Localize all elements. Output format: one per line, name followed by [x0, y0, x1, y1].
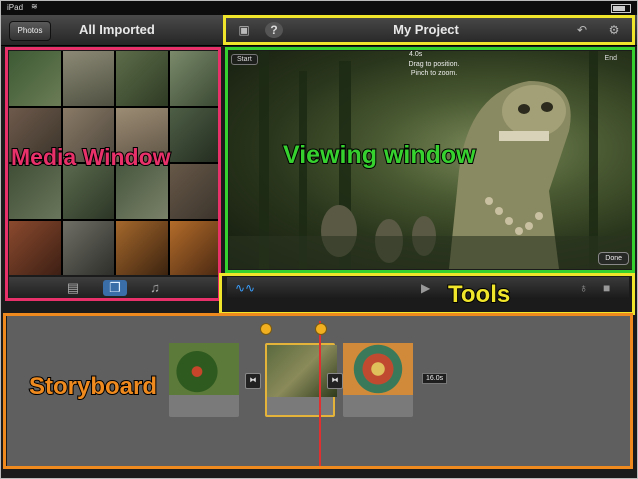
battery-icon [611, 4, 631, 13]
viewing-window-annotation: Viewing window [282, 140, 477, 170]
tools-annotation: Tools [447, 280, 511, 309]
album-title: All Imported [79, 22, 155, 37]
media-window-highlight-box [5, 47, 221, 301]
wifi-icon: ≋ [31, 2, 38, 11]
status-bar: iPad ≋ [1, 1, 637, 15]
photos-button[interactable]: Photos [9, 21, 51, 41]
storyboard-annotation: Storyboard [28, 372, 158, 401]
imovie-screen: iPad ≋ Photos All Imported ▣ ? My Projec… [0, 0, 638, 479]
tools-highlight-box [219, 273, 635, 315]
media-window-annotation: Media Window [10, 143, 172, 171]
device-label: iPad [7, 3, 24, 12]
header-highlight-box [223, 15, 635, 45]
